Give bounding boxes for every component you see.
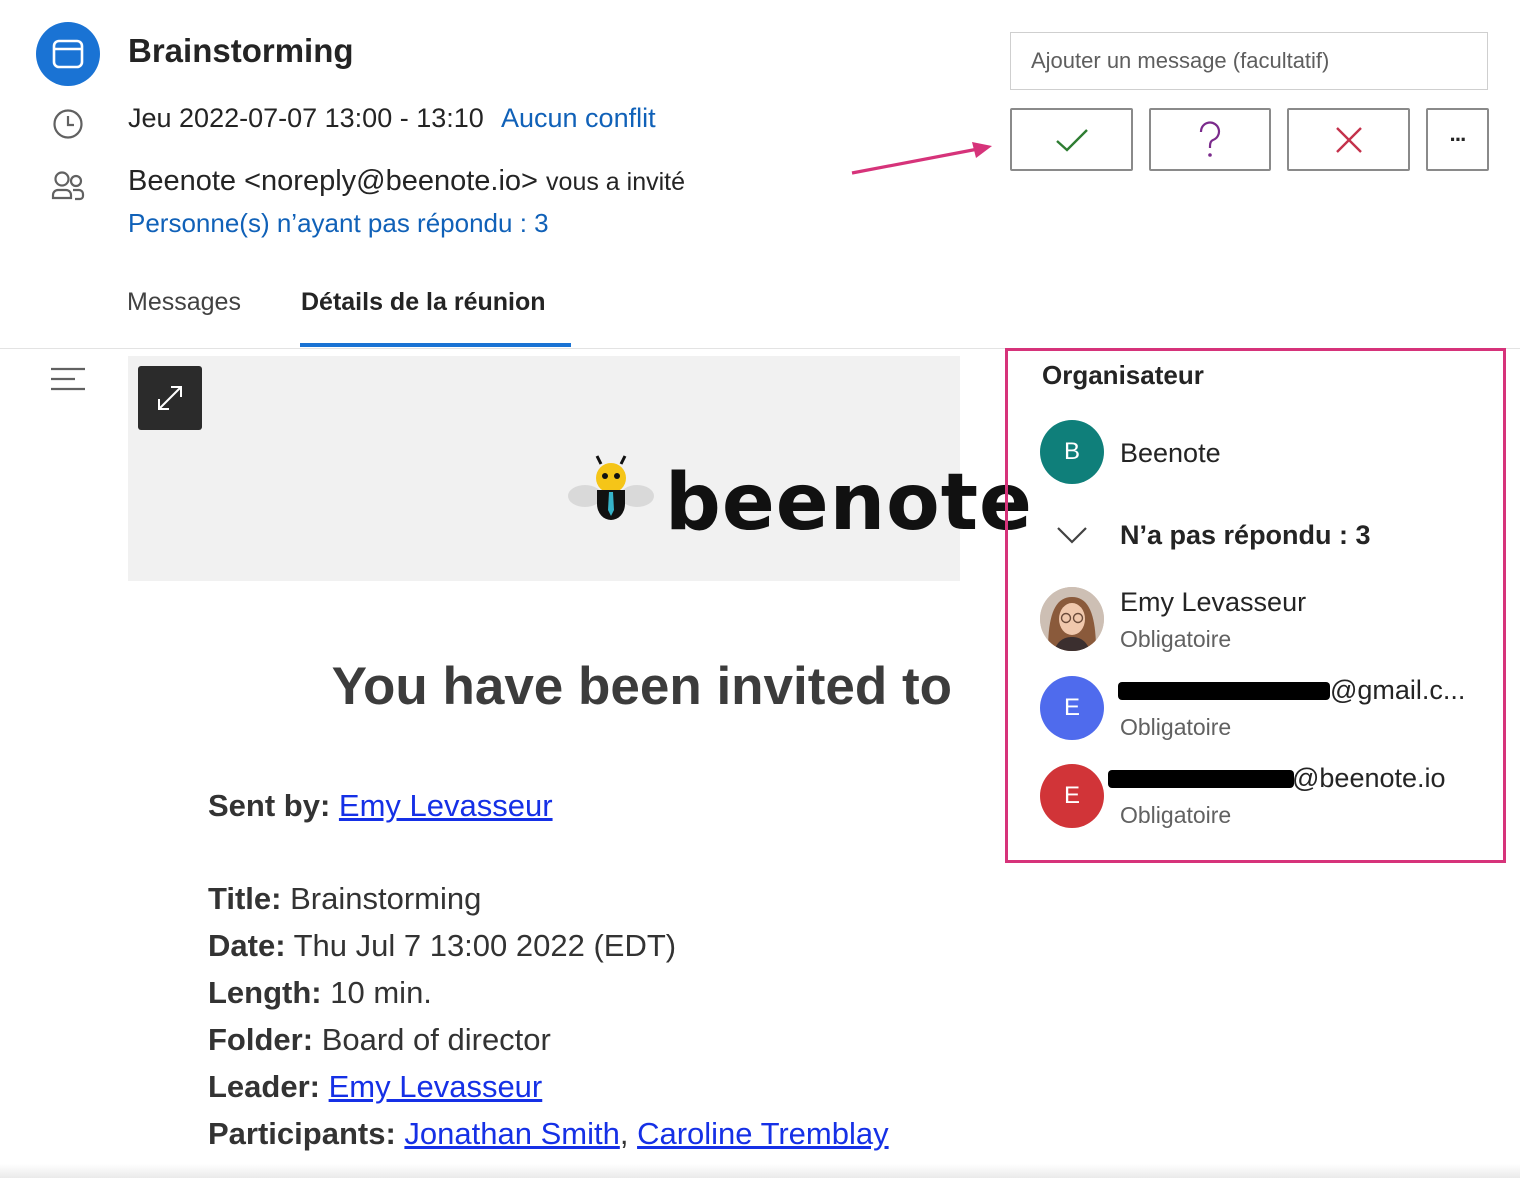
avatar[interactable]: B <box>1040 420 1104 484</box>
accept-button[interactable] <box>1010 108 1133 171</box>
bottom-shadow <box>0 1164 1520 1178</box>
decline-button[interactable] <box>1287 108 1410 171</box>
row-value: Board of director <box>321 1022 551 1057</box>
row-label: Participants: <box>208 1116 396 1151</box>
attendee-email-domain: @beenote.io <box>1292 763 1446 793</box>
redacted-email <box>1118 682 1330 700</box>
attendee-role: Obligatoire <box>1120 714 1232 740</box>
organizer-heading: Organisateur <box>1042 360 1204 390</box>
participants-row: Participants: Jonathan Smith, Caroline T… <box>208 1116 889 1152</box>
attendee-name: Emy Levasseur <box>1120 587 1307 617</box>
avatar[interactable]: E <box>1040 764 1104 828</box>
folder-row: Folder: Board of director <box>208 1022 551 1058</box>
bee-logo-icon <box>568 455 654 520</box>
participant-link[interactable]: Caroline Tremblay <box>637 1116 889 1151</box>
length-row: Length: 10 min. <box>208 975 432 1011</box>
row-value: Thu Jul 7 13:00 2022 (EDT) <box>293 928 677 963</box>
avatar[interactable] <box>1040 587 1104 651</box>
clock-icon <box>52 108 84 145</box>
chevron-down-icon[interactable] <box>1056 524 1088 546</box>
row-label: Sent by: <box>208 788 331 823</box>
row-label: Folder: <box>208 1022 314 1057</box>
participant-link[interactable]: Jonathan Smith <box>404 1116 619 1151</box>
question-icon <box>1199 120 1221 157</box>
row-label: Leader: <box>208 1069 320 1104</box>
sent-by-row: Sent by: Emy Levasseur <box>208 788 553 824</box>
attendee-role: Obligatoire <box>1120 626 1232 652</box>
annotation-arrow <box>851 142 992 175</box>
no-response-link[interactable]: Personne(s) n’ayant pas répondu : 3 <box>128 208 549 239</box>
organizer-line: Beenote <noreply@beenote.io> vous a invi… <box>128 165 685 198</box>
calendar-icon <box>36 22 100 86</box>
redacted-email <box>1108 770 1294 788</box>
row-label: Title: <box>208 881 282 916</box>
invited-text: vous a invité <box>546 168 686 196</box>
leader-link[interactable]: Emy Levasseur <box>329 1069 543 1104</box>
people-icon <box>50 170 86 209</box>
tentative-button[interactable] <box>1149 108 1271 171</box>
leader-row: Leader: Emy Levasseur <box>208 1069 542 1105</box>
checkmark-icon <box>1055 128 1088 152</box>
row-value: 10 min. <box>330 975 432 1010</box>
active-tab-indicator <box>300 343 571 347</box>
meeting-title: Brainstorming <box>128 32 354 69</box>
row-label: Date: <box>208 928 286 963</box>
attendee-role: Obligatoire <box>1120 802 1232 828</box>
response-message-input[interactable] <box>1010 32 1488 90</box>
no-response-heading: N’a pas répondu : 3 <box>1120 520 1371 550</box>
attendee-email-domain: @gmail.c... <box>1330 675 1466 705</box>
invitation-heading: You have been invited to <box>331 657 952 716</box>
more-options-button[interactable]: ··· <box>1426 108 1489 171</box>
organizer-address: Beenote <noreply@beenote.io> <box>128 165 538 197</box>
organizer-name: Beenote <box>1120 438 1221 468</box>
row-value: Brainstorming <box>290 881 482 916</box>
beenote-logo-text: beenote <box>665 458 1033 548</box>
meeting-date: Jeu 2022-07-07 13:00 - 13:10 <box>128 103 484 133</box>
row-label: Length: <box>208 975 322 1010</box>
list-toggle-icon[interactable] <box>50 366 86 397</box>
tab-messages[interactable]: Messages <box>127 288 241 317</box>
avatar[interactable]: E <box>1040 676 1104 740</box>
expand-icon <box>158 386 182 410</box>
date-row: Date: Thu Jul 7 13:00 2022 (EDT) <box>208 928 676 964</box>
title-row: Title: Brainstorming <box>208 881 481 917</box>
tab-meeting-details[interactable]: Détails de la réunion <box>301 288 546 317</box>
sender-link[interactable]: Emy Levasseur <box>339 788 553 823</box>
conflict-link[interactable]: Aucun conflit <box>501 103 656 134</box>
expand-button[interactable] <box>138 366 202 430</box>
separator: , <box>619 1116 638 1151</box>
close-icon <box>1335 126 1362 153</box>
